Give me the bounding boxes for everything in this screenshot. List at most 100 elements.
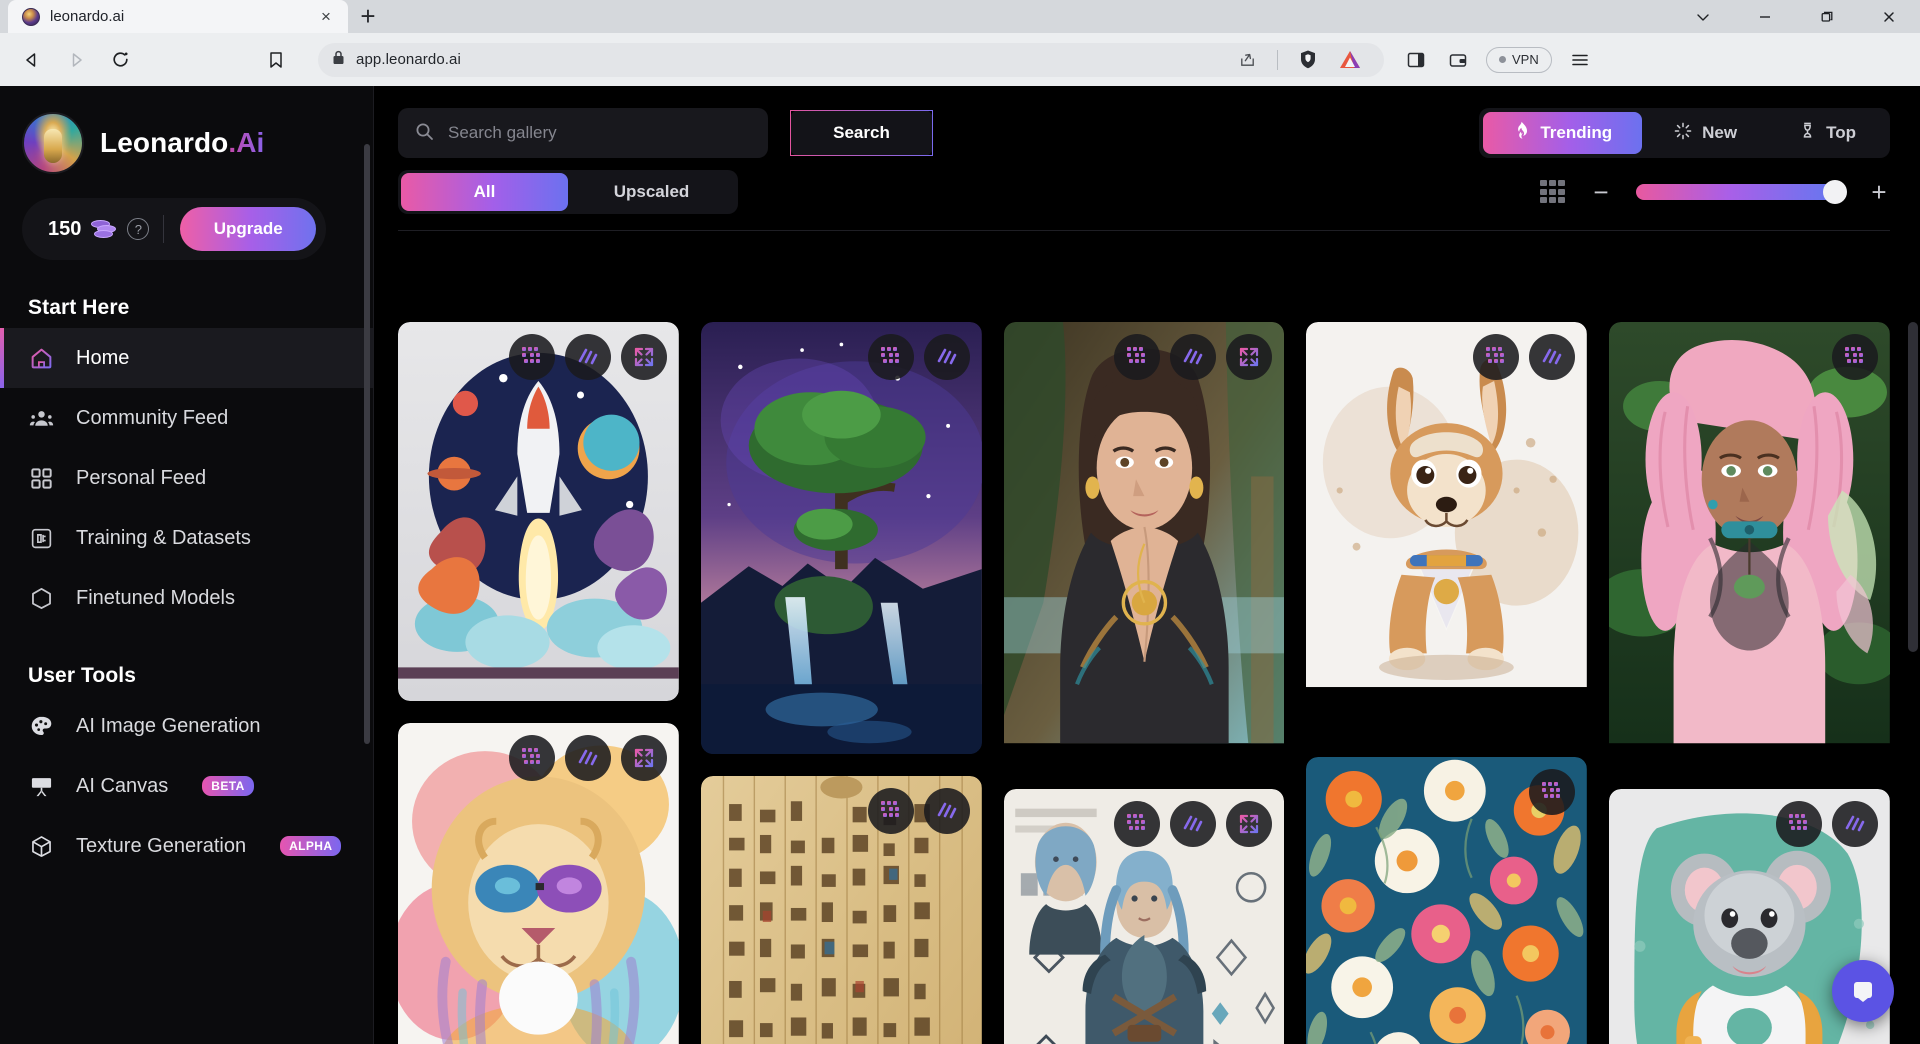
brave-rewards-triangle-icon[interactable]	[1330, 40, 1370, 80]
sidebar-item-home[interactable]: Home	[0, 328, 374, 388]
search-field-wrapper[interactable]	[398, 108, 768, 158]
motion-icon[interactable]	[1831, 801, 1878, 848]
expand-icon[interactable]	[620, 334, 667, 380]
help-circle-icon[interactable]: ?	[127, 218, 150, 240]
sidebar-item-ai-image-generation[interactable]: AI Image Generation	[0, 696, 374, 756]
credits-card: 150 ? Upgrade	[22, 198, 326, 260]
motion-icon[interactable]	[1529, 334, 1576, 380]
search-input[interactable]	[448, 123, 752, 143]
browser-tab[interactable]: leonardo.ai ×	[8, 0, 348, 33]
card-action-group	[508, 334, 667, 380]
maximize-button[interactable]	[1796, 0, 1858, 33]
brave-wallet-icon[interactable]	[1438, 40, 1478, 80]
hamburger-menu-icon[interactable]	[1560, 40, 1600, 80]
minimize-button[interactable]	[1734, 0, 1796, 33]
brand-logo-area[interactable]: Leonardo.Ai	[0, 86, 374, 174]
zoom-out-button[interactable]: −	[1590, 179, 1612, 205]
gallery-card[interactable]	[1609, 322, 1890, 767]
sidebar-item-training-datasets[interactable]: Training & Datasets	[0, 508, 374, 568]
grid-density-icon[interactable]	[1540, 180, 1566, 204]
motion-icon[interactable]	[923, 788, 970, 835]
gallery-card[interactable]	[700, 776, 982, 1044]
remix-icon[interactable]	[508, 735, 555, 782]
remix-icon[interactable]	[1114, 334, 1161, 380]
dataset-chip-icon	[28, 525, 54, 551]
tab-new[interactable]: New	[1644, 112, 1767, 154]
new-tab-button[interactable]: +	[348, 0, 388, 33]
sidebar-scrollbar[interactable]	[364, 144, 370, 744]
sidebar-item-ai-canvas[interactable]: AI Canvas BETA	[0, 756, 374, 816]
motion-icon[interactable]	[1170, 801, 1217, 848]
card-action-group	[508, 735, 667, 782]
tab-all[interactable]: All	[401, 173, 568, 211]
gallery-card[interactable]	[700, 322, 982, 755]
sidebar-item-label: Community Feed	[76, 406, 229, 429]
remix-icon[interactable]	[1831, 334, 1878, 380]
status-badge: BETA	[202, 776, 254, 796]
gallery-column	[700, 322, 982, 1044]
motion-icon[interactable]	[923, 334, 970, 380]
tab-trending[interactable]: Trending	[1483, 112, 1643, 154]
zoom-slider-handle[interactable]	[1823, 180, 1847, 204]
sidebar-panel-icon[interactable]	[1396, 40, 1436, 80]
gallery-card[interactable]	[398, 723, 679, 1044]
sidebar-item-label: Texture Generation	[76, 834, 247, 857]
intercom-chat-icon[interactable]	[1832, 960, 1894, 1022]
zoom-in-button[interactable]: +	[1868, 179, 1890, 205]
expand-icon[interactable]	[620, 735, 667, 782]
card-action-group	[867, 334, 970, 380]
reload-icon[interactable]	[100, 40, 140, 80]
leonardo-favicon	[22, 7, 40, 26]
sidebar-item-personal-feed[interactable]: Personal Feed	[0, 448, 374, 508]
browser-navigation-bar: app.leonardo.ai VPN	[0, 33, 1920, 86]
gallery-scrollbar[interactable]	[1908, 322, 1918, 652]
brand-suffix: .Ai	[228, 127, 265, 158]
remix-icon[interactable]	[1775, 801, 1822, 848]
expand-icon[interactable]	[1226, 801, 1273, 848]
remix-icon[interactable]	[508, 334, 555, 380]
gallery-column	[398, 322, 679, 1044]
grid-squares-icon	[28, 465, 54, 491]
remix-icon[interactable]	[1529, 768, 1576, 815]
window-controls	[1672, 0, 1920, 33]
cube-icon	[28, 585, 54, 611]
gallery-card[interactable]	[1306, 322, 1588, 735]
zoom-slider[interactable]	[1636, 180, 1847, 204]
card-action-group	[1529, 768, 1576, 815]
remix-icon[interactable]	[867, 788, 914, 835]
expand-icon[interactable]	[1226, 334, 1273, 380]
bookmark-icon[interactable]	[256, 40, 296, 80]
trophy-icon	[1799, 121, 1816, 145]
motion-icon[interactable]	[564, 334, 611, 380]
tab-label: Top	[1826, 123, 1856, 142]
share-icon[interactable]	[1227, 40, 1267, 80]
tab-search-button[interactable]	[1672, 0, 1734, 33]
vpn-status-button[interactable]: VPN	[1486, 46, 1552, 73]
close-icon[interactable]: ×	[314, 5, 338, 29]
tab-upscaled[interactable]: Upscaled	[568, 173, 735, 211]
sidebar-item-label: AI Image Generation	[76, 714, 261, 737]
sidebar: Leonardo.Ai 150 ? Upgrade Start Here Hom…	[0, 86, 374, 1044]
brave-shields-icon[interactable]	[1288, 40, 1328, 80]
forward-icon	[56, 40, 96, 80]
remix-icon[interactable]	[1114, 801, 1161, 848]
tab-top[interactable]: Top	[1769, 112, 1886, 154]
back-icon[interactable]	[12, 40, 52, 80]
close-window-button[interactable]	[1858, 0, 1920, 33]
motion-icon[interactable]	[564, 735, 611, 782]
gallery-card[interactable]	[1306, 756, 1588, 1044]
motion-icon[interactable]	[1170, 334, 1217, 380]
gallery-card[interactable]	[1003, 789, 1285, 1044]
remix-icon[interactable]	[1473, 334, 1520, 380]
leonardo-app: Leonardo.Ai 150 ? Upgrade Start Here Hom…	[0, 86, 1920, 1044]
sidebar-item-community-feed[interactable]: Community Feed	[0, 388, 374, 448]
address-bar[interactable]: app.leonardo.ai	[318, 40, 1384, 80]
sidebar-item-finetuned-models[interactable]: Finetuned Models	[0, 568, 374, 628]
sidebar-item-texture-generation[interactable]: Texture Generation ALPHA	[0, 816, 374, 876]
tab-title: leonardo.ai	[50, 8, 125, 25]
gallery-card[interactable]	[398, 322, 679, 702]
upgrade-button[interactable]: Upgrade	[180, 207, 316, 251]
search-button[interactable]: Search	[790, 110, 933, 156]
gallery-card[interactable]	[1003, 322, 1285, 767]
remix-icon[interactable]	[867, 334, 914, 380]
